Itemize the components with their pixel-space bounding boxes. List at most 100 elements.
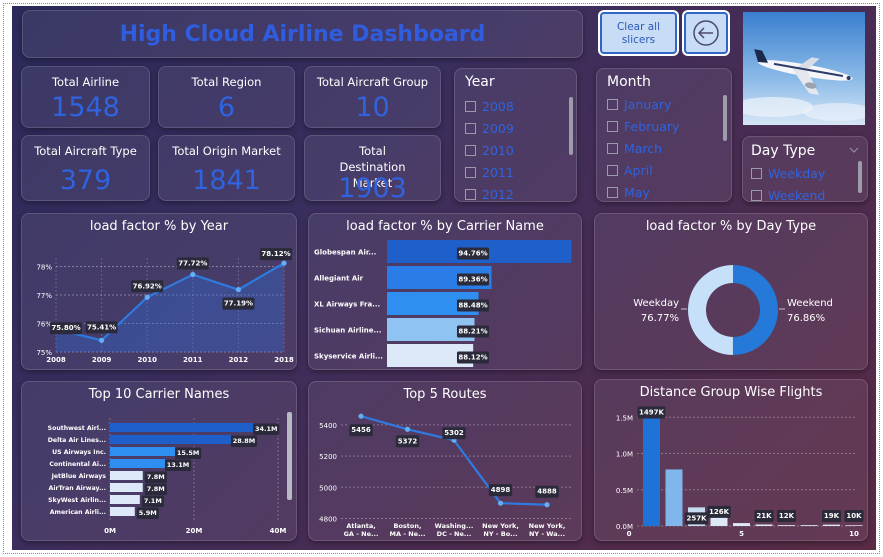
category-label: Globespan Air... bbox=[314, 249, 376, 257]
month-slicer-list: January February March April May bbox=[607, 93, 679, 203]
data-label: 7.8M bbox=[147, 485, 165, 493]
data-label: 77.72% bbox=[178, 260, 207, 268]
bar bbox=[665, 469, 683, 526]
year-option[interactable]: 2011 bbox=[465, 161, 514, 183]
category-label: Skyservice Airli... bbox=[314, 353, 383, 361]
data-point bbox=[281, 260, 287, 266]
data-label: 75.80% bbox=[51, 324, 80, 332]
category-label: US Airways Inc. bbox=[52, 449, 106, 456]
month-option[interactable]: March bbox=[607, 137, 679, 159]
clear-slicers-button[interactable]: Clear all slicers bbox=[600, 12, 677, 54]
checkbox[interactable] bbox=[607, 120, 618, 132]
data-label: 5372 bbox=[398, 437, 418, 445]
load-factor-by-year-plot: 75%76%77%78%2008 2009 2010 2011 2012 201875.8… bbox=[36, 248, 294, 364]
data-label: 21K bbox=[756, 512, 772, 520]
checkbox[interactable] bbox=[465, 122, 476, 134]
kpi-label: Total Origin Market bbox=[172, 144, 281, 158]
category-label: JetBlue Airways bbox=[51, 473, 107, 480]
data-label: 76.92% bbox=[133, 282, 162, 290]
bar bbox=[110, 423, 254, 432]
bar bbox=[110, 471, 143, 480]
data-label: 77.19% bbox=[224, 300, 253, 308]
data-label: 7.1M bbox=[144, 497, 162, 505]
month-option[interactable]: April bbox=[607, 159, 679, 181]
x-tick-label: 2010 bbox=[137, 356, 157, 364]
x-tick-label: New York, bbox=[529, 522, 566, 530]
data-label: 7.8M bbox=[147, 473, 165, 481]
kpi-label: Total Aircraft Group bbox=[316, 75, 429, 89]
x-tick-label: 5 bbox=[739, 530, 744, 538]
x-tick-label: 20M bbox=[186, 527, 203, 535]
month-option-label: April bbox=[624, 162, 653, 178]
slice-value: 76.77% bbox=[641, 313, 679, 324]
y-tick-label: 5400 bbox=[319, 422, 337, 430]
kpi-value: 1841 bbox=[192, 165, 261, 196]
data-label: 88.12% bbox=[458, 354, 487, 362]
checkbox[interactable] bbox=[607, 98, 618, 110]
checkbox[interactable] bbox=[465, 144, 476, 156]
x-tick-label: Atlanta, bbox=[346, 522, 375, 530]
y-tick-label: 4800 bbox=[319, 515, 337, 523]
data-label: 5456 bbox=[351, 426, 371, 434]
year-scrollbar[interactable] bbox=[569, 97, 573, 155]
checkbox[interactable] bbox=[607, 186, 618, 198]
data-label: 4888 bbox=[537, 488, 557, 496]
x-tick-label: NY - Bo... bbox=[483, 530, 517, 538]
month-option-label: February bbox=[624, 118, 680, 134]
month-option-label: May bbox=[624, 184, 650, 200]
day-type-option[interactable]: Weekday bbox=[751, 162, 825, 184]
slice-value: 76.86% bbox=[787, 313, 825, 324]
distance-group-plot: 0.0M0.5M1.0M1.5M0 5 101497K257K126K21K 12K 1… bbox=[616, 406, 864, 538]
bar bbox=[733, 523, 750, 526]
month-slicer[interactable]: Month January February March April May bbox=[596, 68, 732, 202]
checkbox[interactable] bbox=[751, 189, 762, 201]
data-label: 88.21% bbox=[458, 328, 487, 336]
month-option[interactable]: January bbox=[607, 93, 679, 115]
year-option[interactable]: 2012 bbox=[465, 183, 514, 205]
data-label: 126K bbox=[709, 508, 730, 516]
top-carriers-scrollbar[interactable] bbox=[287, 412, 292, 500]
x-tick-label: DC - Ne... bbox=[437, 530, 472, 538]
month-option[interactable]: February bbox=[607, 115, 679, 137]
bar bbox=[710, 516, 728, 526]
x-tick-label: Washing... bbox=[435, 522, 474, 530]
x-tick-label: 2011 bbox=[183, 356, 203, 364]
slice-label: Weekday bbox=[633, 298, 679, 309]
pie-slice bbox=[687, 265, 733, 355]
year-slicer-list: 2008 2009 2010 2011 2012 bbox=[465, 95, 514, 205]
checkbox[interactable] bbox=[751, 167, 762, 179]
month-option[interactable]: May bbox=[607, 181, 679, 203]
day-type-slicer[interactable]: Day Type Weekday Weekend bbox=[742, 136, 868, 203]
day-type-scrollbar[interactable] bbox=[858, 161, 862, 193]
kpi-label: Total Region bbox=[191, 75, 262, 89]
back-button[interactable] bbox=[684, 12, 728, 54]
data-point bbox=[497, 500, 504, 506]
year-option[interactable]: 2009 bbox=[465, 117, 514, 139]
data-point bbox=[144, 294, 150, 300]
bar bbox=[643, 417, 660, 526]
x-tick-label: 10 bbox=[849, 530, 859, 538]
checkbox[interactable] bbox=[465, 100, 476, 112]
kpi-value: 1548 bbox=[51, 92, 120, 123]
year-slicer[interactable]: Year 2008 2009 2010 2011 2012 bbox=[454, 68, 577, 202]
year-option-label: 2011 bbox=[482, 164, 514, 180]
chevron-down-icon[interactable] bbox=[849, 147, 859, 154]
load-factor-by-year-chart: load factor % by Year 75% 76% 77% 78% 2008 20… bbox=[21, 213, 297, 370]
day-type-option[interactable]: Weekend bbox=[751, 184, 825, 206]
data-label: 78.12% bbox=[261, 250, 290, 258]
checkbox[interactable] bbox=[465, 166, 476, 178]
year-option-label: 2010 bbox=[482, 142, 514, 158]
data-label: 1497K bbox=[639, 408, 664, 416]
checkbox[interactable] bbox=[465, 188, 476, 200]
checkbox[interactable] bbox=[607, 164, 618, 176]
clear-label-line2: slicers bbox=[621, 34, 656, 46]
year-option[interactable]: 2008 bbox=[465, 95, 514, 117]
month-scrollbar[interactable] bbox=[723, 95, 727, 141]
bar bbox=[778, 525, 795, 526]
kpi-value: 1903 bbox=[338, 173, 407, 204]
year-option[interactable]: 2010 bbox=[465, 139, 514, 161]
category-label: Allegiant Air bbox=[314, 275, 364, 283]
top-carriers-chart: Top 10 Carrier Names 0M 20M 40M Southwest A… bbox=[21, 381, 297, 541]
checkbox[interactable] bbox=[607, 142, 618, 154]
x-tick-label: New York, bbox=[482, 522, 519, 530]
